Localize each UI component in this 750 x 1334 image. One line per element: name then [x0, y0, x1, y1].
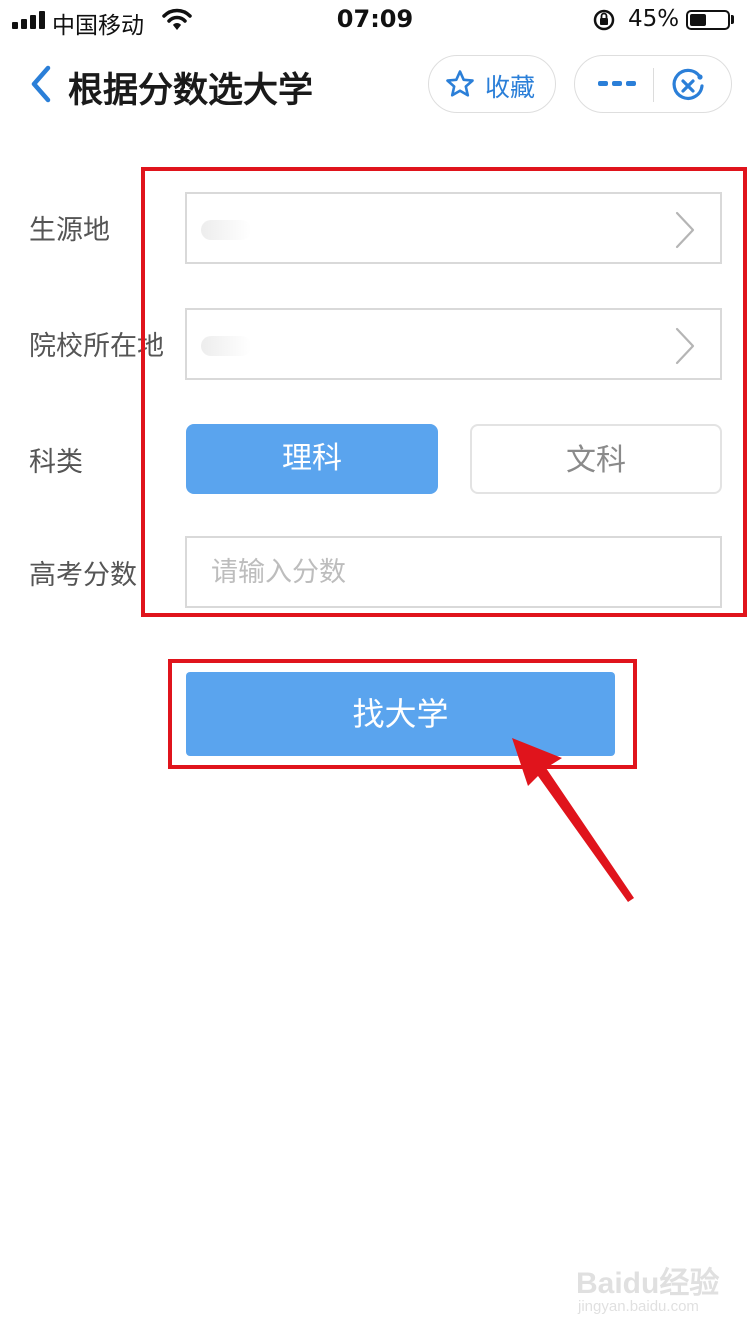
origin-label: 生源地: [29, 215, 110, 246]
rotation-lock-icon: [593, 9, 615, 31]
annotation-arrow-icon: [512, 738, 634, 902]
watermark-brand: Baidu经验: [576, 1267, 720, 1300]
battery-level-fill: [690, 14, 706, 26]
close-icon[interactable]: [670, 68, 706, 104]
star-icon: [446, 70, 474, 97]
favorite-button[interactable]: 收藏: [428, 55, 556, 113]
more-icon[interactable]: [597, 78, 637, 90]
baidu-watermark: Baidu经验 jingyan.baidu.com: [576, 1258, 736, 1322]
page-title: 根据分数选大学: [68, 71, 314, 111]
capsule-divider: [653, 68, 654, 102]
battery-nub: [731, 15, 734, 24]
favorite-label: 收藏: [485, 73, 536, 102]
status-bar: 中国移动 07:09 45%: [0, 0, 750, 40]
battery-icon: [686, 10, 730, 30]
score-label: 高考分数: [29, 560, 137, 591]
annotation-form-highlight: [141, 167, 747, 617]
back-icon[interactable]: [26, 62, 56, 106]
subject-label: 科类: [29, 447, 83, 478]
menu-capsule: [574, 55, 732, 113]
battery-percent: 45%: [628, 6, 680, 32]
watermark-url: jingyan.baidu.com: [578, 1298, 699, 1315]
